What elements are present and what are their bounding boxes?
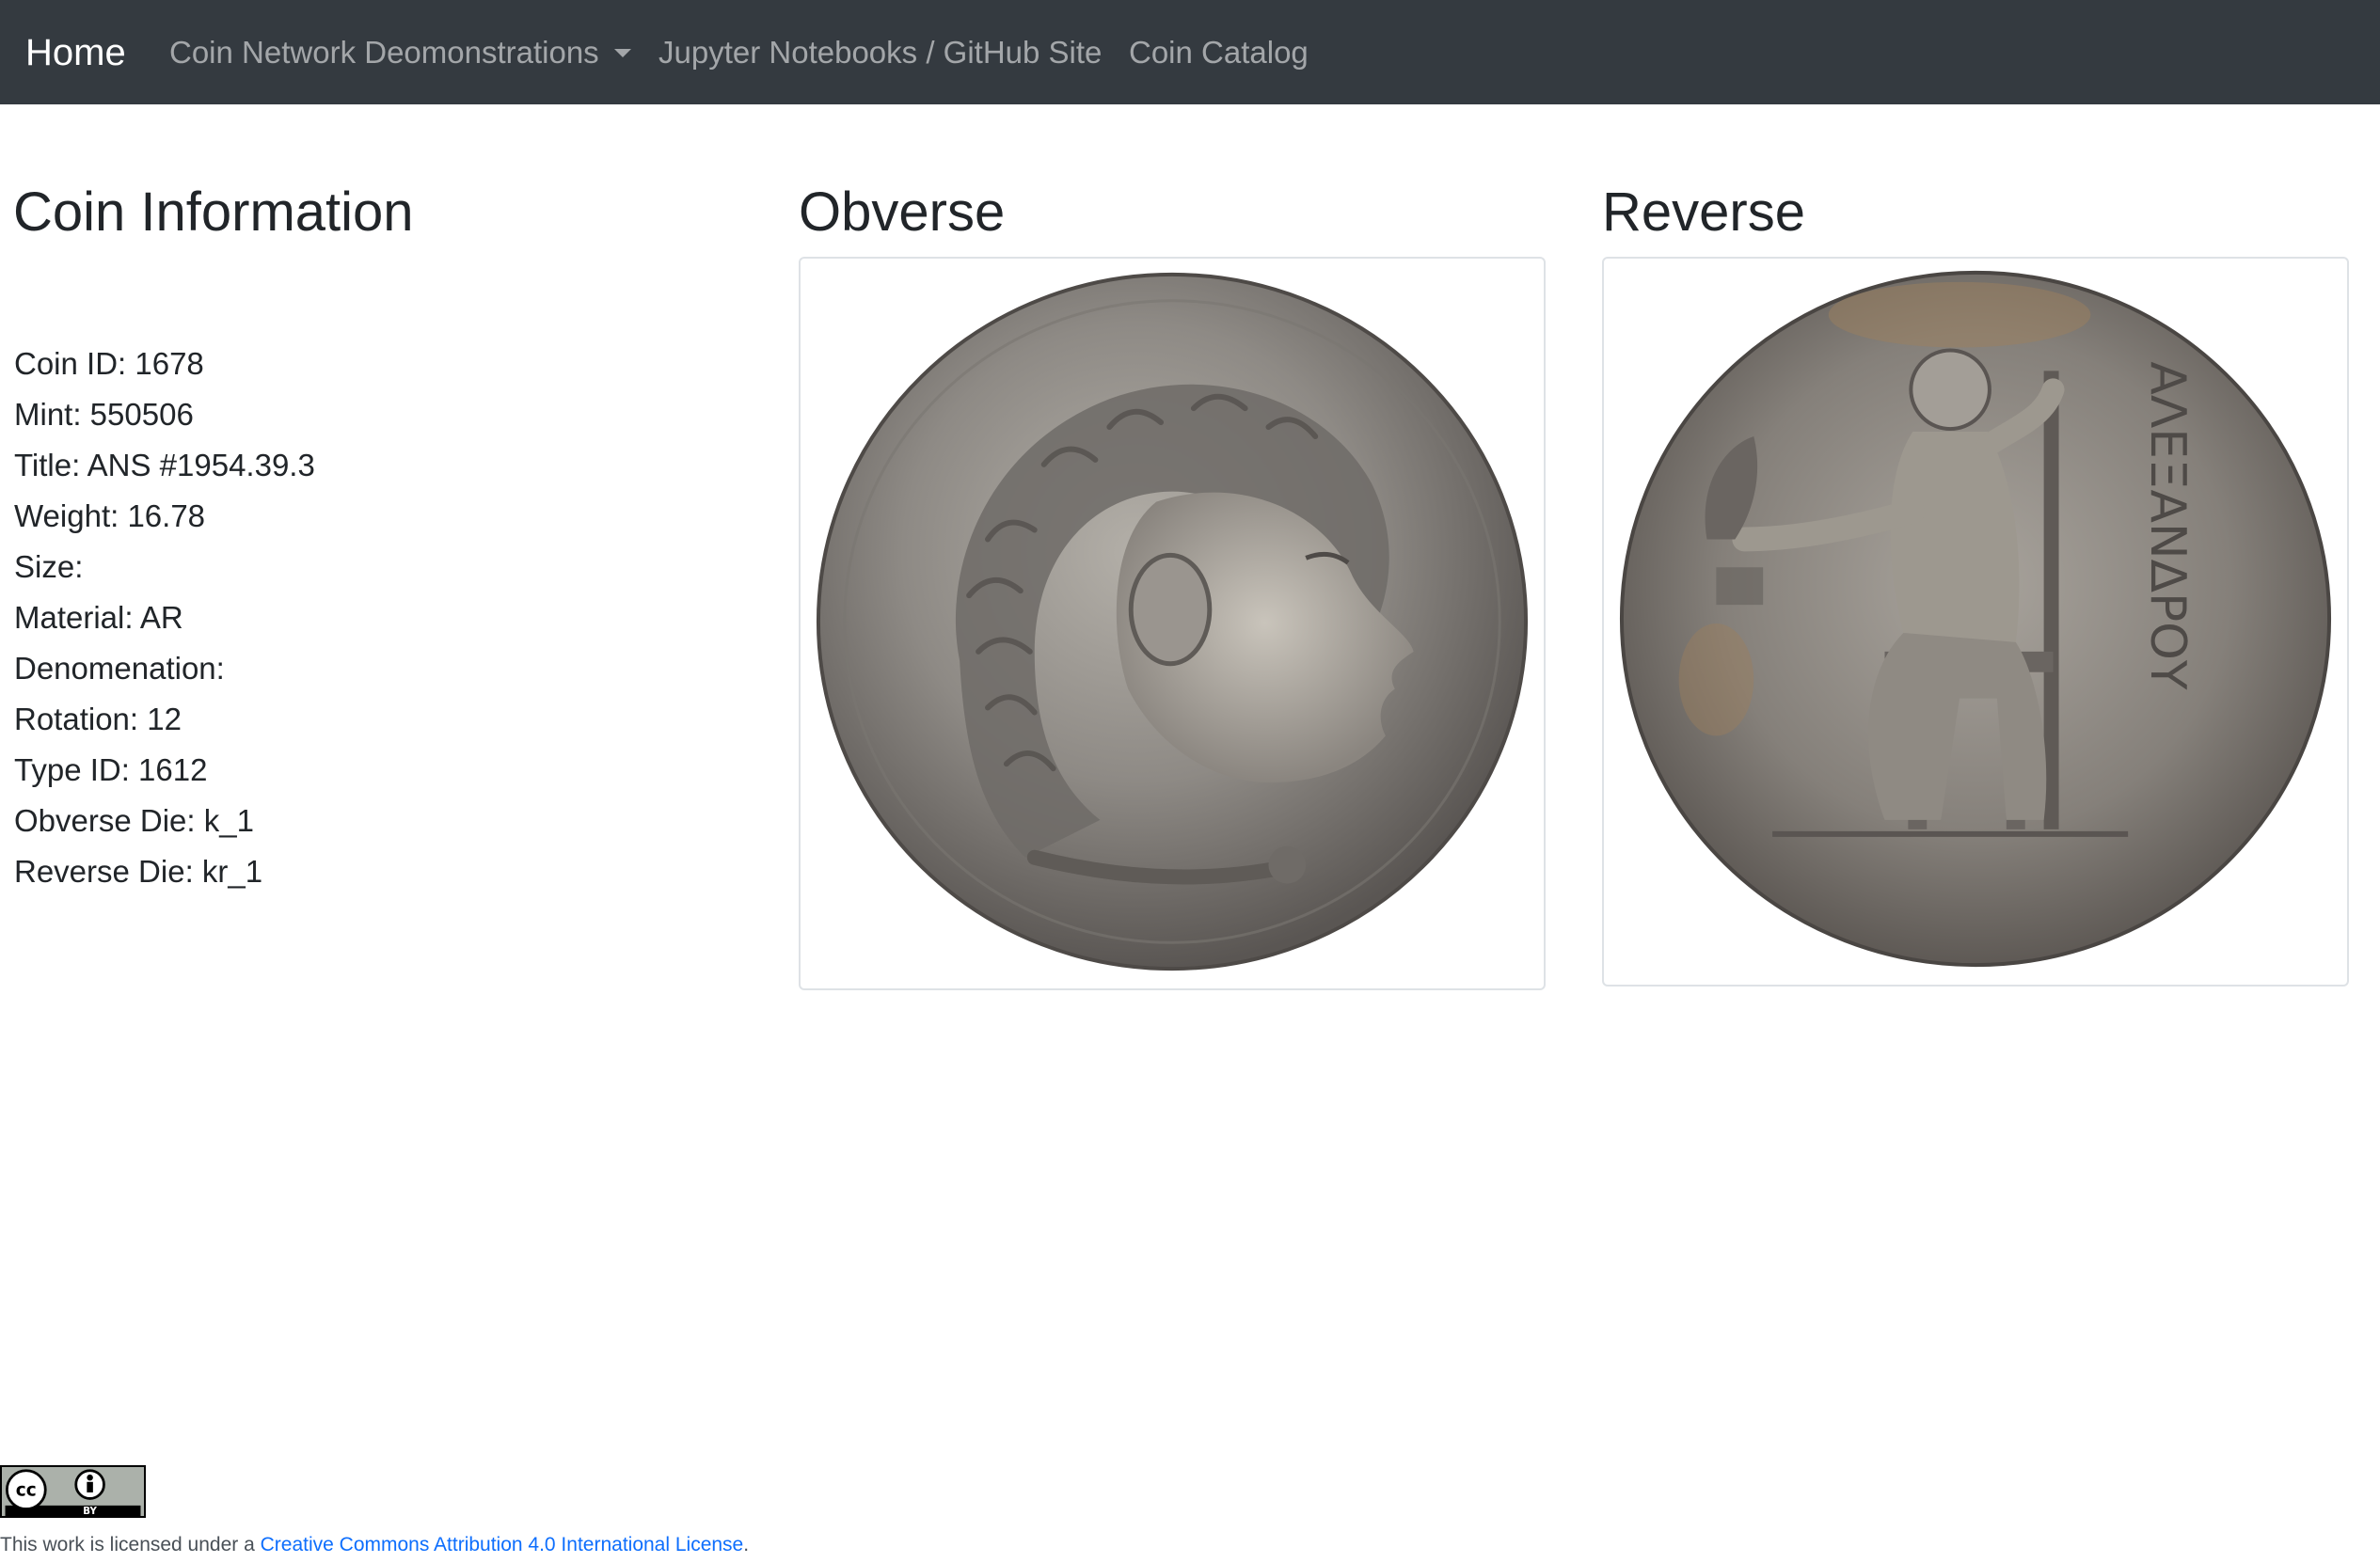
obverse-die-field: Obverse Die: k_1	[14, 803, 254, 838]
by-badge-text: BY	[83, 1507, 97, 1516]
weight-field: Weight: 16.78	[14, 498, 206, 533]
material-field: Material: AR	[14, 600, 183, 635]
mint-field: Mint: 550506	[14, 397, 194, 432]
reverse-coin-image: ΑΛΕΞΑΝΔΡΟΥ	[1619, 270, 2332, 968]
reverse-heading: Reverse	[1602, 182, 1805, 243]
reverse-image-card: ΑΛΕΞΑΝΔΡΟΥ	[1602, 257, 2349, 987]
license-text: This work is licensed under a Creative C…	[0, 1531, 749, 1559]
cc-badge-text: cc	[16, 1481, 37, 1501]
coin-info-list: Coin ID: 1678 Mint: 550506 Title: ANS #1…	[14, 339, 315, 897]
license-prefix: This work is licensed under a	[0, 1534, 261, 1555]
type-id-field: Type ID: 1612	[14, 752, 208, 787]
license-link[interactable]: Creative Commons Attribution 4.0 Interna…	[261, 1534, 744, 1555]
nav-jupyter-github-link[interactable]: Jupyter Notebooks / GitHub Site	[658, 30, 1102, 75]
obverse-image-card	[799, 257, 1546, 990]
caret-down-icon	[613, 49, 631, 57]
creative-commons-badge[interactable]: cc BY	[0, 1465, 146, 1518]
nav-dropdown-label: Coin Network Deomonstrations	[169, 35, 599, 70]
size-field: Size:	[14, 549, 84, 584]
top-navbar: Home Coin Network Deomonstrations Jupyte…	[0, 0, 2380, 104]
denomination-field: Denomenation:	[14, 651, 225, 686]
reverse-die-field: Reverse Die: kr_1	[14, 854, 263, 889]
obverse-heading: Obverse	[799, 182, 1006, 243]
reverse-inscription: ΑΛΕΞΑΝΔΡΟΥ	[2139, 361, 2196, 689]
coin-information-heading: Coin Information	[13, 182, 414, 243]
title-field: Title: ANS #1954.39.3	[14, 448, 315, 482]
nav-coin-network-dropdown[interactable]: Coin Network Deomonstrations	[169, 30, 631, 75]
nav-home-link[interactable]: Home	[25, 26, 126, 79]
nav-coin-catalog-link[interactable]: Coin Catalog	[1129, 30, 1309, 75]
obverse-coin-image	[816, 272, 1529, 971]
coin-id-field: Coin ID: 1678	[14, 346, 204, 381]
license-suffix: .	[743, 1534, 750, 1555]
rotation-field: Rotation: 12	[14, 702, 182, 736]
